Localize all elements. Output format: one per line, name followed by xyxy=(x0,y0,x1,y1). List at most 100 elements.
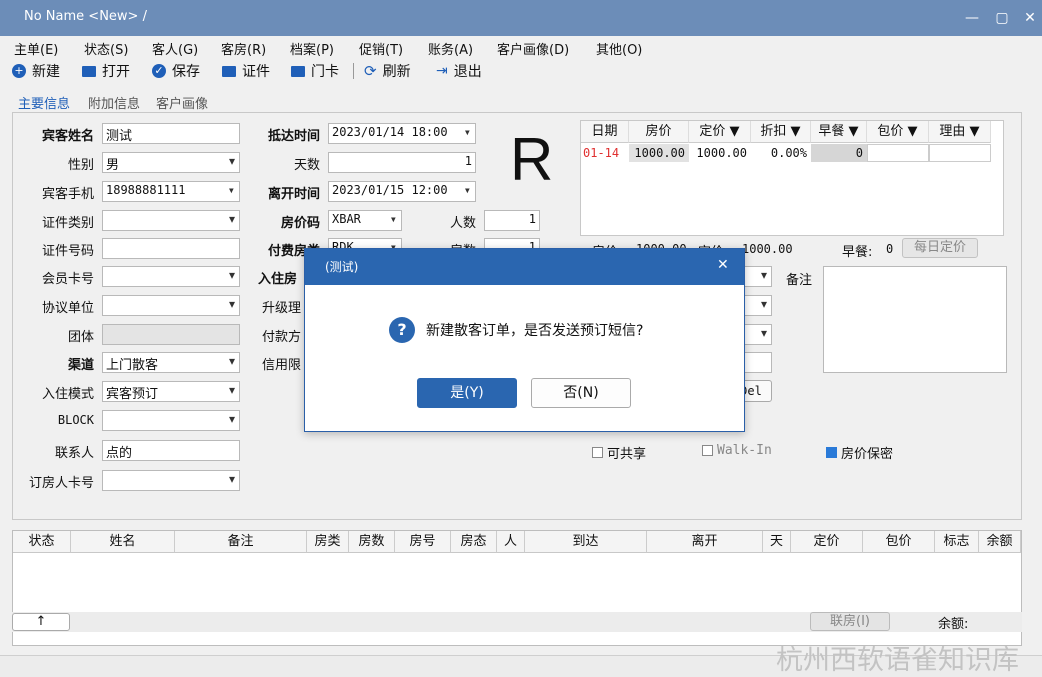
grid-header-room-type[interactable]: 房类 xyxy=(307,531,349,553)
rate-cell-date[interactable]: 01-14 xyxy=(581,144,629,162)
persons-input[interactable]: 1 xyxy=(484,210,540,231)
maximize-icon[interactable]: ▢ xyxy=(992,8,1012,28)
member-card-select[interactable] xyxy=(102,266,240,287)
menu-bar: 主单(E) 状态(S) 客人(G) 客房(R) 档案(P) 促销(T) 账务(A… xyxy=(0,38,1042,58)
grid-header-remark[interactable]: 备注 xyxy=(175,531,307,553)
gender-select[interactable]: 男 xyxy=(102,152,240,173)
menu-promo[interactable]: 促销(T) xyxy=(359,39,403,58)
menu-status[interactable]: 状态(S) xyxy=(84,39,128,58)
contact-input[interactable]: 点的 xyxy=(102,440,240,461)
block-select[interactable] xyxy=(102,410,240,431)
walkin-checkbox[interactable]: Walk-In xyxy=(702,443,772,458)
daily-price-button[interactable]: 每日定价 xyxy=(902,238,978,258)
group-input xyxy=(102,324,240,345)
tab-extra-info[interactable]: 附加信息 xyxy=(88,93,140,112)
rate-cell-price[interactable]: 1000.00 xyxy=(629,144,689,162)
grid-header-arrival[interactable]: 到达 xyxy=(525,531,647,553)
close-icon[interactable]: ✕ xyxy=(1020,8,1040,28)
rate-header-date[interactable]: 日期 xyxy=(581,121,629,143)
grid-header-days[interactable]: 天 xyxy=(763,531,791,553)
new-button[interactable]: + 新建 xyxy=(12,61,60,81)
agreement-select[interactable] xyxy=(102,295,240,316)
no-button[interactable]: 否(N) xyxy=(531,378,631,408)
door-card-button[interactable]: 门卡 xyxy=(291,61,339,81)
id-no-input[interactable] xyxy=(102,238,240,259)
shareable-checkbox[interactable]: 可共享 xyxy=(592,443,646,462)
minimize-icon[interactable]: — xyxy=(962,8,982,28)
rate-cell-breakfast[interactable]: 0 xyxy=(811,144,867,162)
id-type-select[interactable] xyxy=(102,210,240,231)
menu-profile[interactable]: 档案(P) xyxy=(290,39,334,58)
rate-header-package[interactable]: 包价 ▼ xyxy=(867,121,929,143)
rate-cell-list-price[interactable]: 1000.00 xyxy=(689,144,751,162)
menu-other[interactable]: 其他(O) xyxy=(596,39,642,58)
guest-name-input[interactable]: 测试 xyxy=(102,123,240,144)
grid-header-flag[interactable]: 标志 xyxy=(935,531,979,553)
credit-label: 信用限 xyxy=(262,358,302,373)
check-icon: ✓ xyxy=(152,64,166,78)
card-icon xyxy=(291,65,305,77)
toolbar-divider xyxy=(353,63,354,79)
phone-select[interactable]: 18988881111 xyxy=(102,181,240,202)
menu-room[interactable]: 客房(R) xyxy=(221,39,266,58)
rate-cell-discount[interactable]: 0.00% xyxy=(751,144,811,162)
dialog-title-bar: (测试) ✕ xyxy=(305,249,744,285)
tab-portrait[interactable]: 客户画像 xyxy=(156,93,208,112)
rate-secret-checkbox[interactable]: 房价保密 xyxy=(826,443,893,462)
grid-header-balance[interactable]: 余额 xyxy=(979,531,1021,553)
summary-breakfast-value: 0 xyxy=(886,242,894,256)
block-label: BLOCK xyxy=(57,413,94,427)
grid-header-room-status[interactable]: 房态 xyxy=(451,531,497,553)
channel-select[interactable]: 上门散客 xyxy=(102,352,240,373)
menu-guest[interactable]: 客人(G) xyxy=(152,39,198,58)
remark-textarea[interactable] xyxy=(823,266,1007,373)
gender-label: 性别 xyxy=(67,158,94,173)
menu-main[interactable]: 主单(E) xyxy=(14,39,58,58)
grid-header-package[interactable]: 包价 xyxy=(863,531,935,553)
rate-cell-package[interactable] xyxy=(867,144,929,162)
save-button[interactable]: ✓ 保存 xyxy=(152,61,200,81)
grid-header-room-count[interactable]: 房数 xyxy=(349,531,395,553)
toolbar: + 新建 打开 ✓ 保存 证件 门卡 ⟳ 刷新 ⇥ 退出 xyxy=(0,59,1042,83)
arrival-select[interactable]: 2023/01/14 18:00 xyxy=(328,123,476,144)
scroll-up-button[interactable]: ↑ xyxy=(12,613,70,631)
upgrade-label: 升级理 xyxy=(262,301,302,316)
depart-select[interactable]: 2023/01/15 12:00 xyxy=(328,181,476,202)
rate-header-breakfast[interactable]: 早餐 ▼ xyxy=(811,121,867,143)
rate-header-price[interactable]: 房价 xyxy=(629,121,689,143)
refresh-button[interactable]: ⟳ 刷新 xyxy=(364,61,411,81)
grid-header-room-no[interactable]: 房号 xyxy=(395,531,451,553)
link-room-button[interactable]: 联房(I) xyxy=(810,612,890,631)
open-button[interactable]: 打开 xyxy=(82,61,130,81)
watermark-text: 杭州西软语雀知识库 xyxy=(776,645,1019,676)
grid-header-persons[interactable]: 人 xyxy=(497,531,525,553)
rate-cell-reason[interactable] xyxy=(929,144,991,162)
exit-button[interactable]: ⇥ 退出 xyxy=(436,61,482,81)
rate-header-discount[interactable]: 折扣 ▼ xyxy=(751,121,811,143)
contact-label: 联系人 xyxy=(54,446,94,461)
grid-header-name[interactable]: 姓名 xyxy=(71,531,175,553)
id-no-label: 证件号码 xyxy=(41,244,94,259)
payment-label: 付款方 xyxy=(262,330,302,345)
rate-header-list-price[interactable]: 定价 ▼ xyxy=(689,121,751,143)
rate-code-select[interactable]: XBAR xyxy=(328,210,402,231)
dialog-title: (测试) xyxy=(325,260,359,274)
group-label: 团体 xyxy=(67,330,94,345)
grid-header-status[interactable]: 状态 xyxy=(13,531,71,553)
balance-label: 余额: xyxy=(938,617,969,632)
yes-button[interactable]: 是(Y) xyxy=(417,378,517,408)
checkin-mode-select[interactable]: 宾客预订 xyxy=(102,381,240,402)
grid-header-price[interactable]: 定价 xyxy=(791,531,863,553)
menu-portrait[interactable]: 客户画像(D) xyxy=(497,39,569,58)
rate-header-reason[interactable]: 理由 ▼ xyxy=(929,121,991,143)
agreement-label: 协议单位 xyxy=(41,301,94,316)
dialog-close-icon[interactable]: ✕ xyxy=(717,257,729,273)
question-icon: ? xyxy=(389,317,415,343)
menu-account[interactable]: 账务(A) xyxy=(428,39,473,58)
booker-card-select[interactable] xyxy=(102,470,240,491)
grid-header-depart[interactable]: 离开 xyxy=(647,531,763,553)
cert-button[interactable]: 证件 xyxy=(222,61,270,81)
tab-main-info[interactable]: 主要信息 xyxy=(18,93,71,113)
exit-icon: ⇥ xyxy=(436,63,448,79)
days-input[interactable]: 1 xyxy=(328,152,476,173)
